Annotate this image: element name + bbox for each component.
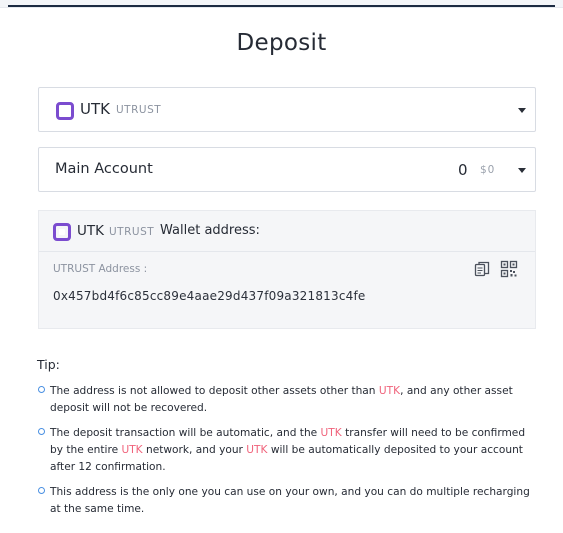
coin-name: UTRUST — [116, 104, 162, 116]
bullet-circle-icon — [38, 428, 45, 435]
account-name: Main Account — [55, 161, 153, 177]
page-title: Deposit — [236, 30, 327, 56]
bullet-circle-icon — [38, 386, 45, 393]
wallet-coin-symbol: UTK — [77, 223, 104, 239]
qr-code-icon[interactable] — [500, 260, 518, 278]
coin-highlight: UTK — [320, 427, 342, 439]
wallet-address-heading: Wallet address: — [160, 223, 260, 238]
address-label: UTRUST Address : — [53, 263, 148, 275]
account-fiat-balance: $0 — [480, 164, 496, 176]
coin-symbol: UTK — [80, 100, 110, 118]
top-nav-accent — [8, 5, 555, 7]
tip-list: The address is not allowed to deposit ot… — [37, 383, 537, 526]
copy-icon[interactable] — [473, 260, 491, 278]
account-select[interactable]: Main Account 0 $0 — [38, 147, 536, 192]
tip-item: This address is the only one you can use… — [37, 484, 537, 518]
coin-highlight: UTK — [121, 444, 143, 456]
tip-item: The address is not allowed to deposit ot… — [37, 383, 537, 417]
wallet-address-panel: UTK UTRUST Wallet address: UTRUST Addres… — [38, 210, 536, 329]
account-balance: 0 — [458, 161, 468, 179]
top-nav-strip — [0, 0, 563, 8]
chevron-down-icon[interactable] — [518, 108, 526, 113]
deposit-address[interactable]: 0x457bd4f6c85cc89e4aae29d437f09a321813c4… — [53, 289, 366, 303]
chevron-down-icon[interactable] — [518, 168, 526, 173]
wallet-coin-name: UTRUST — [109, 226, 155, 238]
coin-highlight: UTK — [378, 385, 401, 397]
utrust-logo-icon — [53, 223, 71, 241]
utrust-logo-icon — [56, 102, 74, 120]
coin-highlight: UTK — [246, 444, 268, 456]
tip-heading: Tip: — [37, 357, 60, 372]
coin-select[interactable]: UTK UTRUST — [38, 87, 536, 132]
tip-item: The deposit transaction will be automati… — [37, 425, 537, 476]
wallet-header: UTK UTRUST Wallet address: — [39, 211, 535, 252]
bullet-circle-icon — [38, 487, 45, 494]
